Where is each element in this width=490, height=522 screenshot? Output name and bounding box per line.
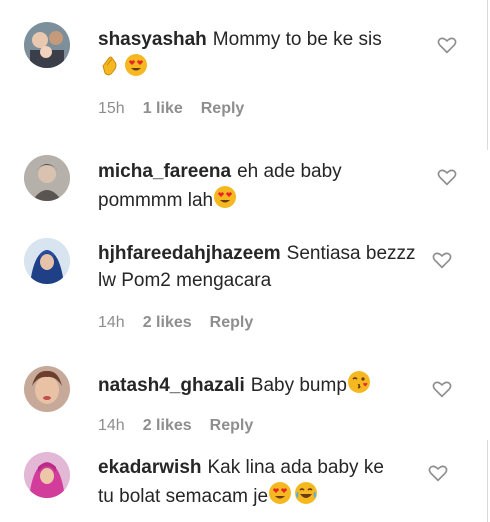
comment-username[interactable]: hjhfareedahjhazeem — [98, 243, 281, 264]
scroll-divider — [487, 440, 488, 522]
comment-body: ekadarwish Kak lina ada baby ke tu bolat … — [98, 454, 398, 513]
avatar[interactable] — [24, 155, 70, 201]
heart-eyes-emoji — [124, 53, 148, 85]
scroll-divider — [487, 0, 488, 150]
reply-button[interactable]: Reply — [210, 417, 254, 435]
likes-count[interactable]: 2 likes — [143, 314, 192, 332]
clapping-hands-emoji — [98, 53, 122, 85]
comment-time: 15h — [98, 100, 125, 117]
comment-body: hjhfareedahjhazeem Sentiasa bezzz lw Pom2… — [98, 240, 418, 294]
comment-time: 14h — [98, 417, 125, 434]
tears-of-joy-emoji — [294, 481, 318, 513]
comment-text: Mommy to be ke sis — [212, 29, 382, 50]
heart-eyes-emoji — [268, 481, 292, 513]
comment-username[interactable]: micha_fareena — [98, 161, 231, 182]
likes-count[interactable]: 2 likes — [143, 417, 192, 435]
comment-body: shasyashah Mommy to be ke sis — [98, 26, 418, 85]
reply-button[interactable]: Reply — [201, 100, 245, 118]
likes-count[interactable]: 1 like — [143, 100, 183, 118]
comment-time: 14h — [98, 314, 125, 331]
comment-meta: 15h 1 like Reply — [98, 100, 244, 118]
reply-button[interactable]: Reply — [210, 314, 254, 332]
comment-username[interactable]: ekadarwish — [98, 457, 202, 478]
heart-icon[interactable] — [432, 380, 452, 398]
heart-icon[interactable] — [432, 251, 452, 269]
heart-eyes-emoji — [213, 185, 237, 217]
avatar[interactable] — [24, 452, 70, 498]
avatar[interactable] — [24, 238, 70, 284]
comment-meta: 14h 2 likes Reply — [98, 314, 253, 332]
comment-username[interactable]: natash4_ghazali — [98, 375, 245, 396]
comment-body: micha_fareena eh ade baby pommmm lah — [98, 158, 388, 217]
heart-icon[interactable] — [437, 36, 457, 54]
avatar[interactable] — [24, 22, 70, 68]
comment-meta: 14h 2 likes Reply — [98, 417, 253, 435]
avatar[interactable] — [24, 366, 70, 412]
heart-icon[interactable] — [437, 168, 457, 186]
comment-username[interactable]: shasyashah — [98, 29, 207, 50]
comment-body: natash4_ghazali Baby bump — [98, 370, 418, 402]
comment-text: Baby bump — [250, 375, 347, 396]
kissing-wink-emoji — [347, 370, 371, 402]
heart-icon[interactable] — [428, 464, 448, 482]
